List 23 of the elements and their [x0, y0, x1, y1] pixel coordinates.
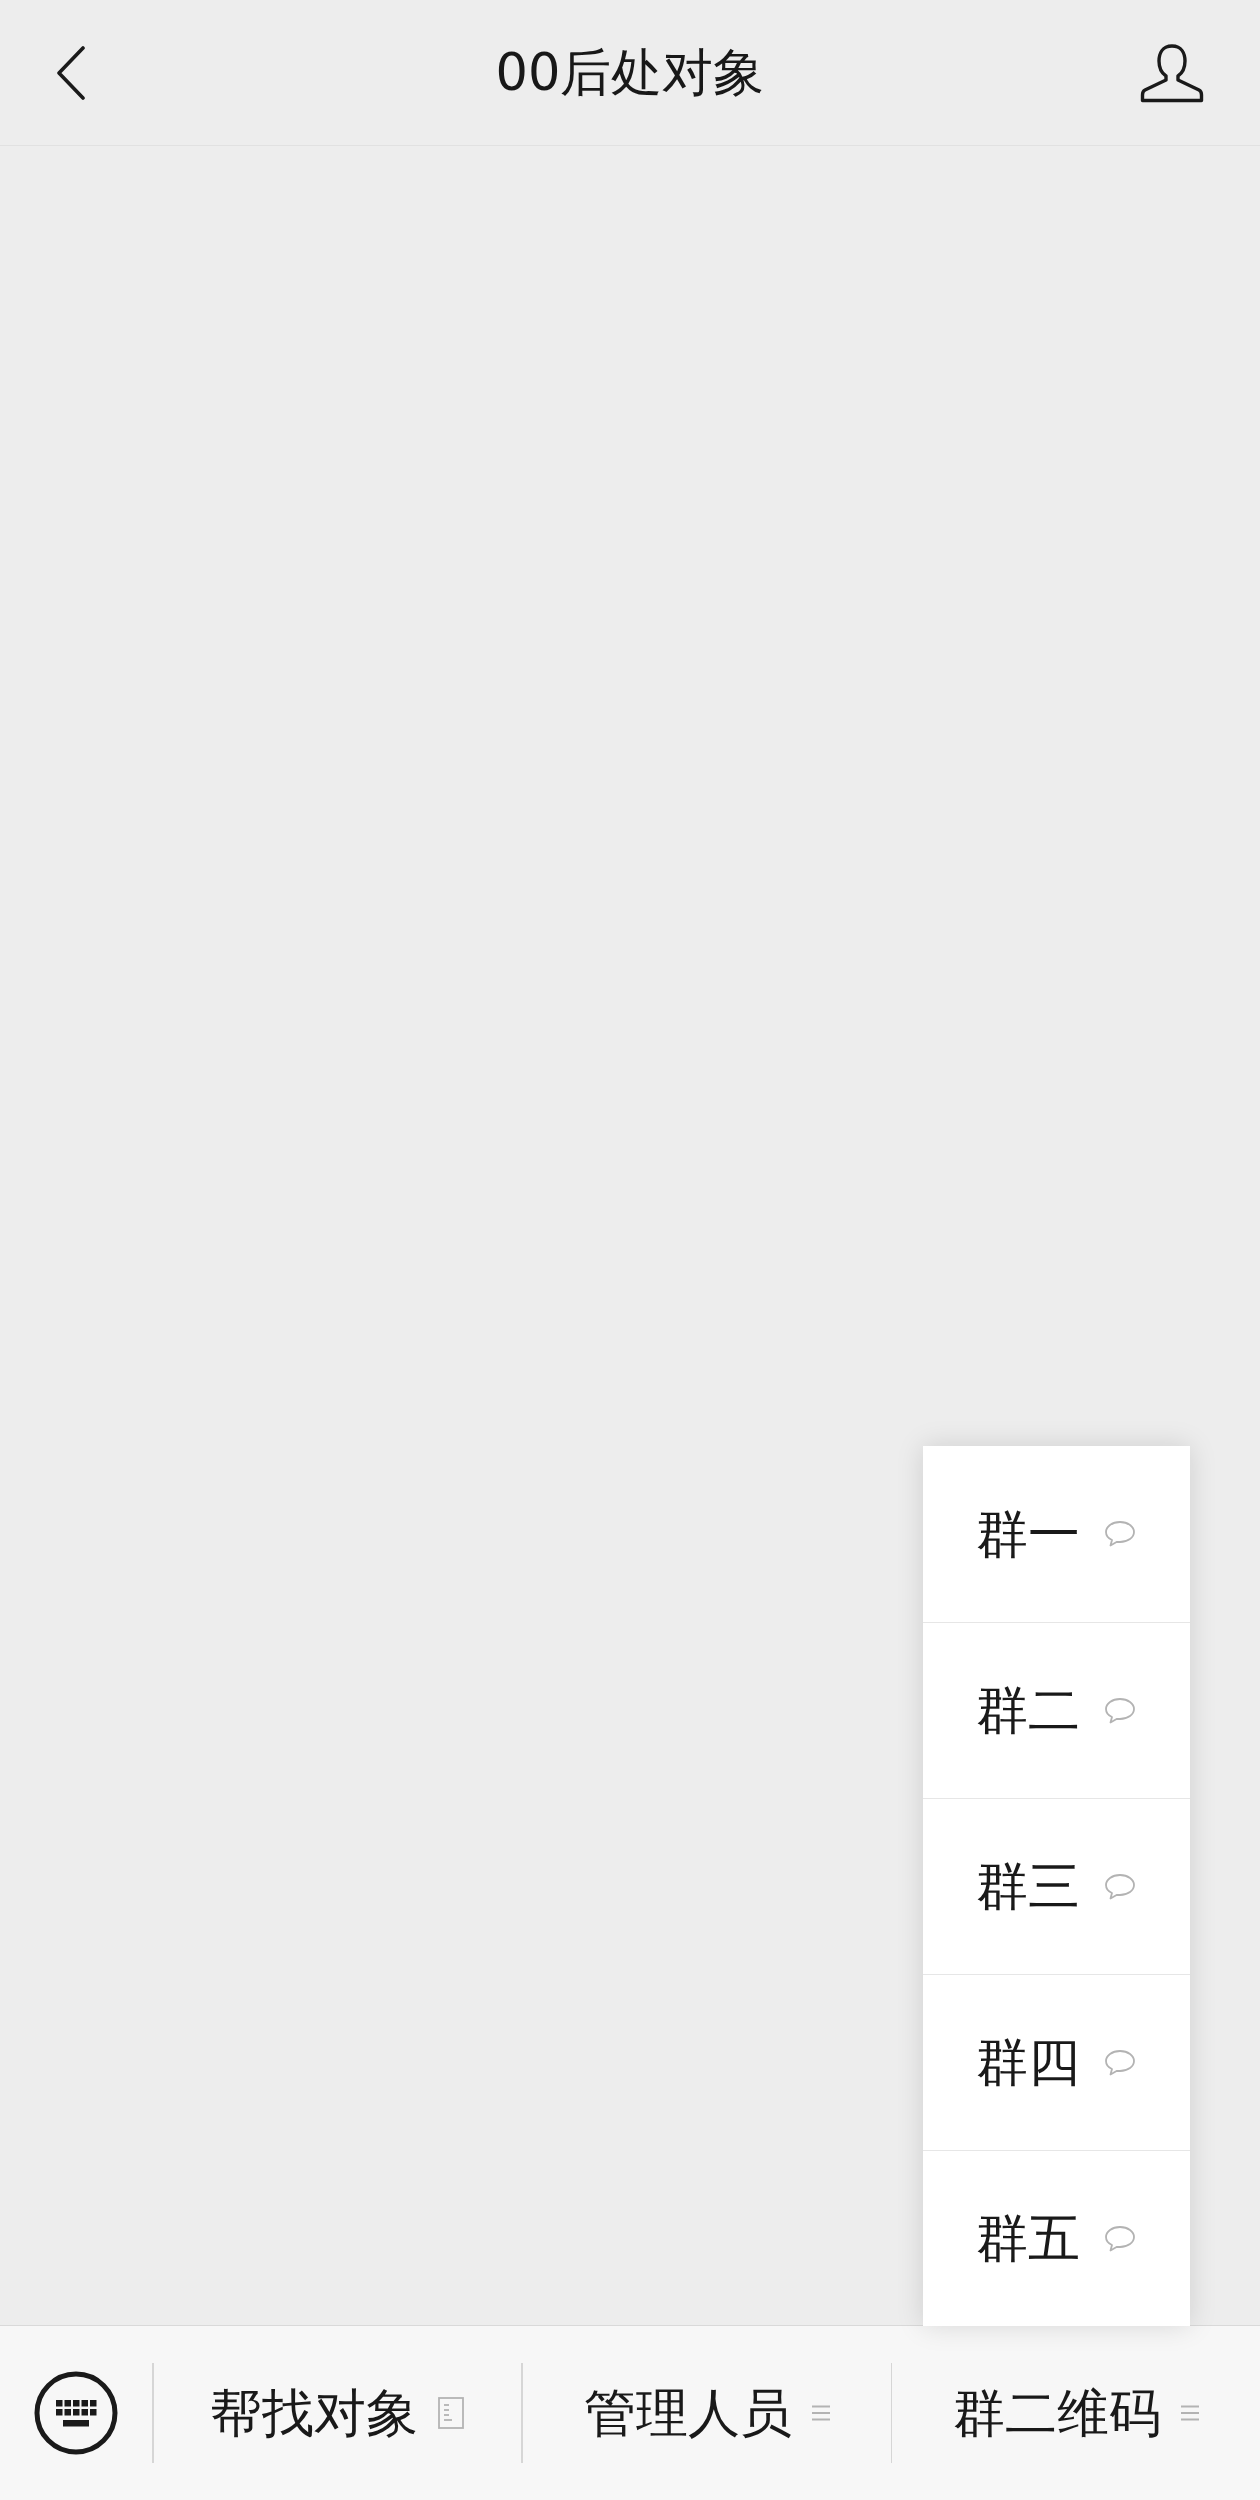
chat-info-button[interactable] [1140, 42, 1204, 103]
popup-menu-item[interactable]: 群一 [923, 1446, 1190, 1622]
back-icon [56, 45, 86, 100]
bottom-menu-button[interactable]: 帮找对象 [210, 2381, 465, 2445]
popup-menu-item[interactable]: 群二 [923, 1622, 1190, 1798]
speech-bubble-icon [1104, 1520, 1137, 1548]
person-icon [1140, 42, 1204, 103]
popup-menu-item[interactable]: 群五 [923, 2150, 1190, 2326]
popup-menu-item[interactable]: 群三 [923, 1798, 1190, 1974]
speech-bubble-icon [1104, 1872, 1137, 1901]
speech-bubble-icon [1104, 2048, 1137, 2077]
chat-title: 00后处对象 [495, 41, 765, 104]
popup-menu-item[interactable]: 群四 [923, 1974, 1190, 2150]
list-icon [1181, 2405, 1200, 2421]
back-button[interactable] [56, 45, 86, 100]
speech-bubble-icon [1104, 1696, 1137, 1725]
bottom-menu-button[interactable]: 群二维码 [953, 2381, 1200, 2445]
speech-bubble-icon [1104, 2224, 1137, 2253]
list-icon [811, 2405, 830, 2421]
keyboard-icon [34, 2371, 118, 2455]
bottom-menu-button[interactable]: 管理人员 [583, 2381, 830, 2445]
document-icon [438, 2397, 465, 2429]
keyboard-toggle-button[interactable] [34, 2371, 118, 2455]
